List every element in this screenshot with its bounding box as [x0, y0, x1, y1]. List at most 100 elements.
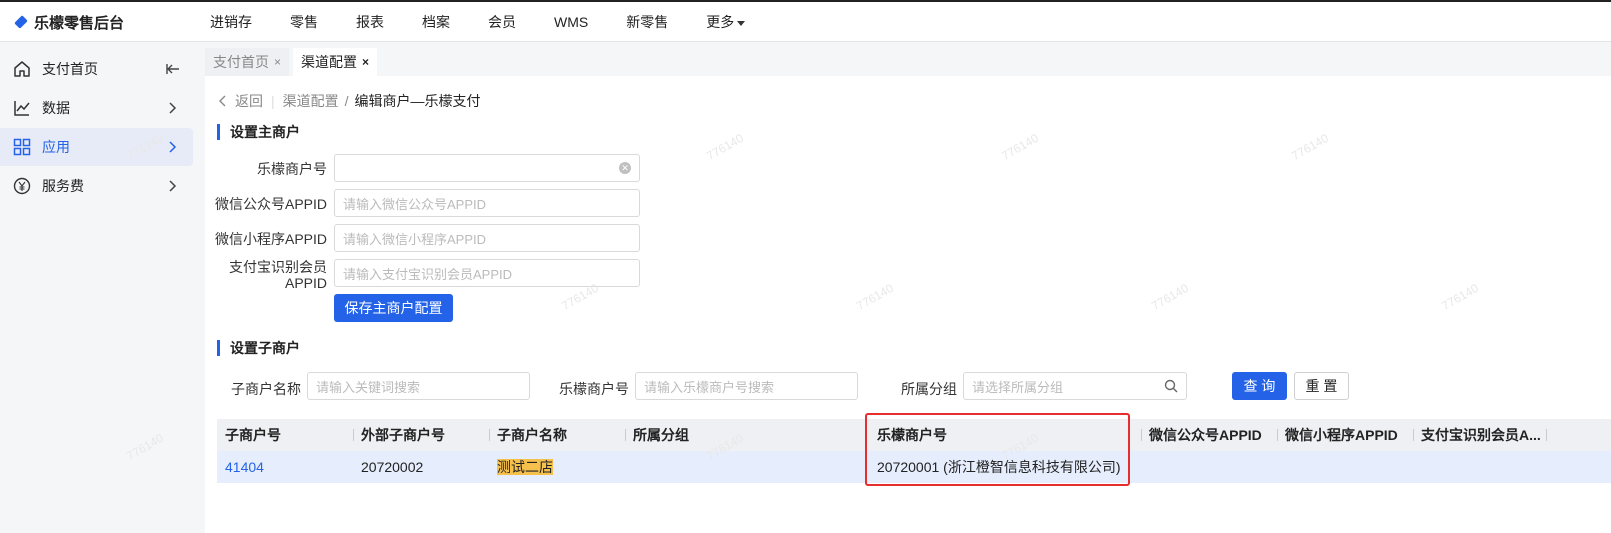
top-nav: 进销存 零售 报表 档案 会员 WMS 新零售 更多: [210, 2, 783, 42]
group-select[interactable]: 请选择所属分组: [963, 372, 1187, 400]
sidebar-item-service-fee[interactable]: 服务费: [0, 167, 193, 205]
topnav-item-retail[interactable]: 零售: [290, 12, 318, 32]
input-placeholder: 请选择所属分组: [972, 379, 1064, 395]
table-row[interactable]: 41404 20720002 测试二店 20720001 (浙江橙智信息科技有限…: [217, 451, 1611, 483]
query-button[interactable]: 查 询: [1232, 372, 1287, 400]
sidebar-item-pay-home[interactable]: 支付首页: [0, 50, 193, 88]
logo-icon: [14, 13, 28, 31]
back-link[interactable]: 返回: [219, 91, 263, 111]
cell-wx-mp-appid: [1141, 451, 1149, 483]
topnav-item-new-retail[interactable]: 新零售: [626, 12, 668, 32]
sidebar-item-label: 数据: [42, 100, 70, 116]
tab-label: 渠道配置: [301, 54, 358, 70]
sidebar-item-label: 支付首页: [42, 61, 98, 77]
sidebar-item-apps[interactable]: 应用: [0, 128, 193, 166]
sidebar: 支付首页 数据 应用 服务费: [0, 42, 200, 533]
back-label: 返回: [235, 93, 263, 109]
caret-down-icon: [737, 20, 746, 26]
input-placeholder: 请输入乐檬商户号搜索: [644, 379, 775, 395]
home-icon: [12, 59, 32, 79]
input-placeholder: 请输入支付宝识别会员APPID: [343, 266, 513, 282]
column-header: 所属分组: [625, 419, 869, 451]
chevron-right-icon: [165, 178, 181, 194]
cell-lemeng-no: 20720001 (浙江橙智信息科技有限公司): [877, 459, 1121, 475]
section-title-sub-merchant: 设置子商户: [217, 340, 300, 356]
input-placeholder: 请输入关键词搜索: [316, 379, 421, 395]
save-main-merchant-button[interactable]: 保存主商户配置: [334, 294, 453, 322]
topnav-item-more[interactable]: 更多: [706, 12, 746, 32]
breadcrumb-separator: /: [344, 93, 349, 109]
column-header: 支付宝识别会员A...: [1413, 419, 1611, 451]
topnav-item-inventory[interactable]: 进销存: [210, 12, 252, 32]
field-label-wx-mp-appid: 微信公众号APPID: [214, 196, 327, 212]
column-header: 微信小程序APPID: [1277, 419, 1413, 451]
field-label-alipay-appid: 支付宝识别会员 APPID: [205, 259, 327, 291]
section-title-main-merchant: 设置主商户: [217, 124, 300, 140]
filter-label-group: 所属分组: [901, 381, 957, 397]
column-header: 子商户名称: [489, 419, 625, 451]
filter-label-sub-name: 子商户名称: [231, 381, 301, 397]
topnav-item-members[interactable]: 会员: [488, 12, 516, 32]
page-tabs: 支付首页 × 渠道配置 ×: [205, 48, 378, 76]
wx-mini-appid-input[interactable]: 请输入微信小程序APPID: [334, 224, 640, 252]
field-label-wx-mini-appid: 微信小程序APPID: [214, 231, 327, 247]
column-header: 微信公众号APPID: [1141, 419, 1277, 451]
collapse-sidebar-icon[interactable]: [165, 61, 181, 77]
cell-sub-merchant-name: 测试二店: [489, 451, 553, 483]
cell-group: [625, 451, 633, 483]
search-icon: [1164, 379, 1178, 393]
lemeng-merchant-no-input[interactable]: ✕: [334, 154, 640, 182]
more-label: 更多: [706, 14, 735, 30]
column-header-label: 所属分组: [633, 427, 689, 443]
breadcrumb-current: 编辑商户—乐檬支付: [354, 93, 481, 109]
filter-label-lemeng-no: 乐檬商户号: [559, 381, 629, 397]
app-logo[interactable]: 乐檬零售后台: [14, 12, 124, 32]
chevron-right-icon: [165, 139, 181, 155]
breadcrumb-parent[interactable]: 渠道配置: [283, 91, 339, 111]
column-header-label: 子商户名称: [497, 427, 567, 443]
chevron-right-icon: [165, 100, 181, 116]
column-header: 乐檬商户号: [877, 427, 947, 443]
label-line: APPID: [284, 275, 327, 291]
close-icon[interactable]: ×: [274, 55, 281, 69]
lemeng-no-search-input[interactable]: 请输入乐檬商户号搜索: [635, 372, 858, 400]
cell-sub-merchant-no[interactable]: 41404: [217, 451, 264, 483]
tab-label: 支付首页: [213, 54, 269, 70]
sub-merchant-table: 子商户号 外部子商户号 子商户名称 所属分组 乐檬商户号 微信公众号APPID …: [217, 419, 1611, 483]
sidebar-item-label: 服务费: [42, 178, 84, 194]
wx-mp-appid-input[interactable]: 请输入微信公众号APPID: [334, 189, 640, 217]
alipay-appid-input[interactable]: 请输入支付宝识别会员APPID: [334, 259, 640, 287]
chevron-left-icon: [219, 95, 226, 107]
highlighted-text: 测试二店: [497, 459, 553, 475]
input-placeholder: 请输入微信小程序APPID: [343, 231, 487, 247]
column-header-label: 微信小程序APPID: [1285, 427, 1398, 443]
app-title: 乐檬零售后台: [34, 14, 125, 32]
column-header-label: 微信公众号APPID: [1149, 427, 1262, 443]
topnav-item-reports[interactable]: 报表: [356, 12, 384, 32]
column-header: 外部子商户号: [353, 419, 489, 451]
input-placeholder: 请输入微信公众号APPID: [343, 196, 487, 212]
topnav-item-archive[interactable]: 档案: [422, 12, 450, 32]
clear-icon[interactable]: ✕: [619, 162, 631, 174]
field-label-lemeng-no: 乐檬商户号: [257, 161, 327, 177]
column-header-label: 外部子商户号: [361, 427, 445, 443]
sub-name-search-input[interactable]: 请输入关键词搜索: [307, 372, 530, 400]
topnav-item-wms[interactable]: WMS: [554, 14, 588, 30]
cell-alipay-appid: [1413, 451, 1421, 483]
reset-button[interactable]: 重 置: [1294, 372, 1349, 400]
tab-channel-config[interactable]: 渠道配置 ×: [293, 48, 378, 76]
top-bar: 乐檬零售后台 进销存 零售 报表 档案 会员 WMS 新零售 更多: [0, 0, 1611, 42]
label-line: 支付宝识别会员: [229, 259, 327, 275]
sidebar-item-label: 应用: [42, 139, 70, 155]
breadcrumb-divider: |: [271, 93, 275, 109]
column-header-label: 支付宝识别会员A...: [1421, 427, 1541, 443]
close-icon[interactable]: ×: [362, 55, 369, 69]
yen-icon: [12, 176, 32, 196]
cell-external-no: 20720002: [361, 459, 424, 475]
sidebar-item-data[interactable]: 数据: [0, 89, 193, 127]
breadcrumb: 返回 | 渠道配置 / 编辑商户—乐檬支付: [219, 91, 481, 111]
cell-wx-mini-appid: [1277, 451, 1285, 483]
column-header: 子商户号: [225, 427, 281, 443]
tab-pay-home[interactable]: 支付首页 ×: [205, 48, 290, 76]
chart-icon: [12, 98, 32, 118]
